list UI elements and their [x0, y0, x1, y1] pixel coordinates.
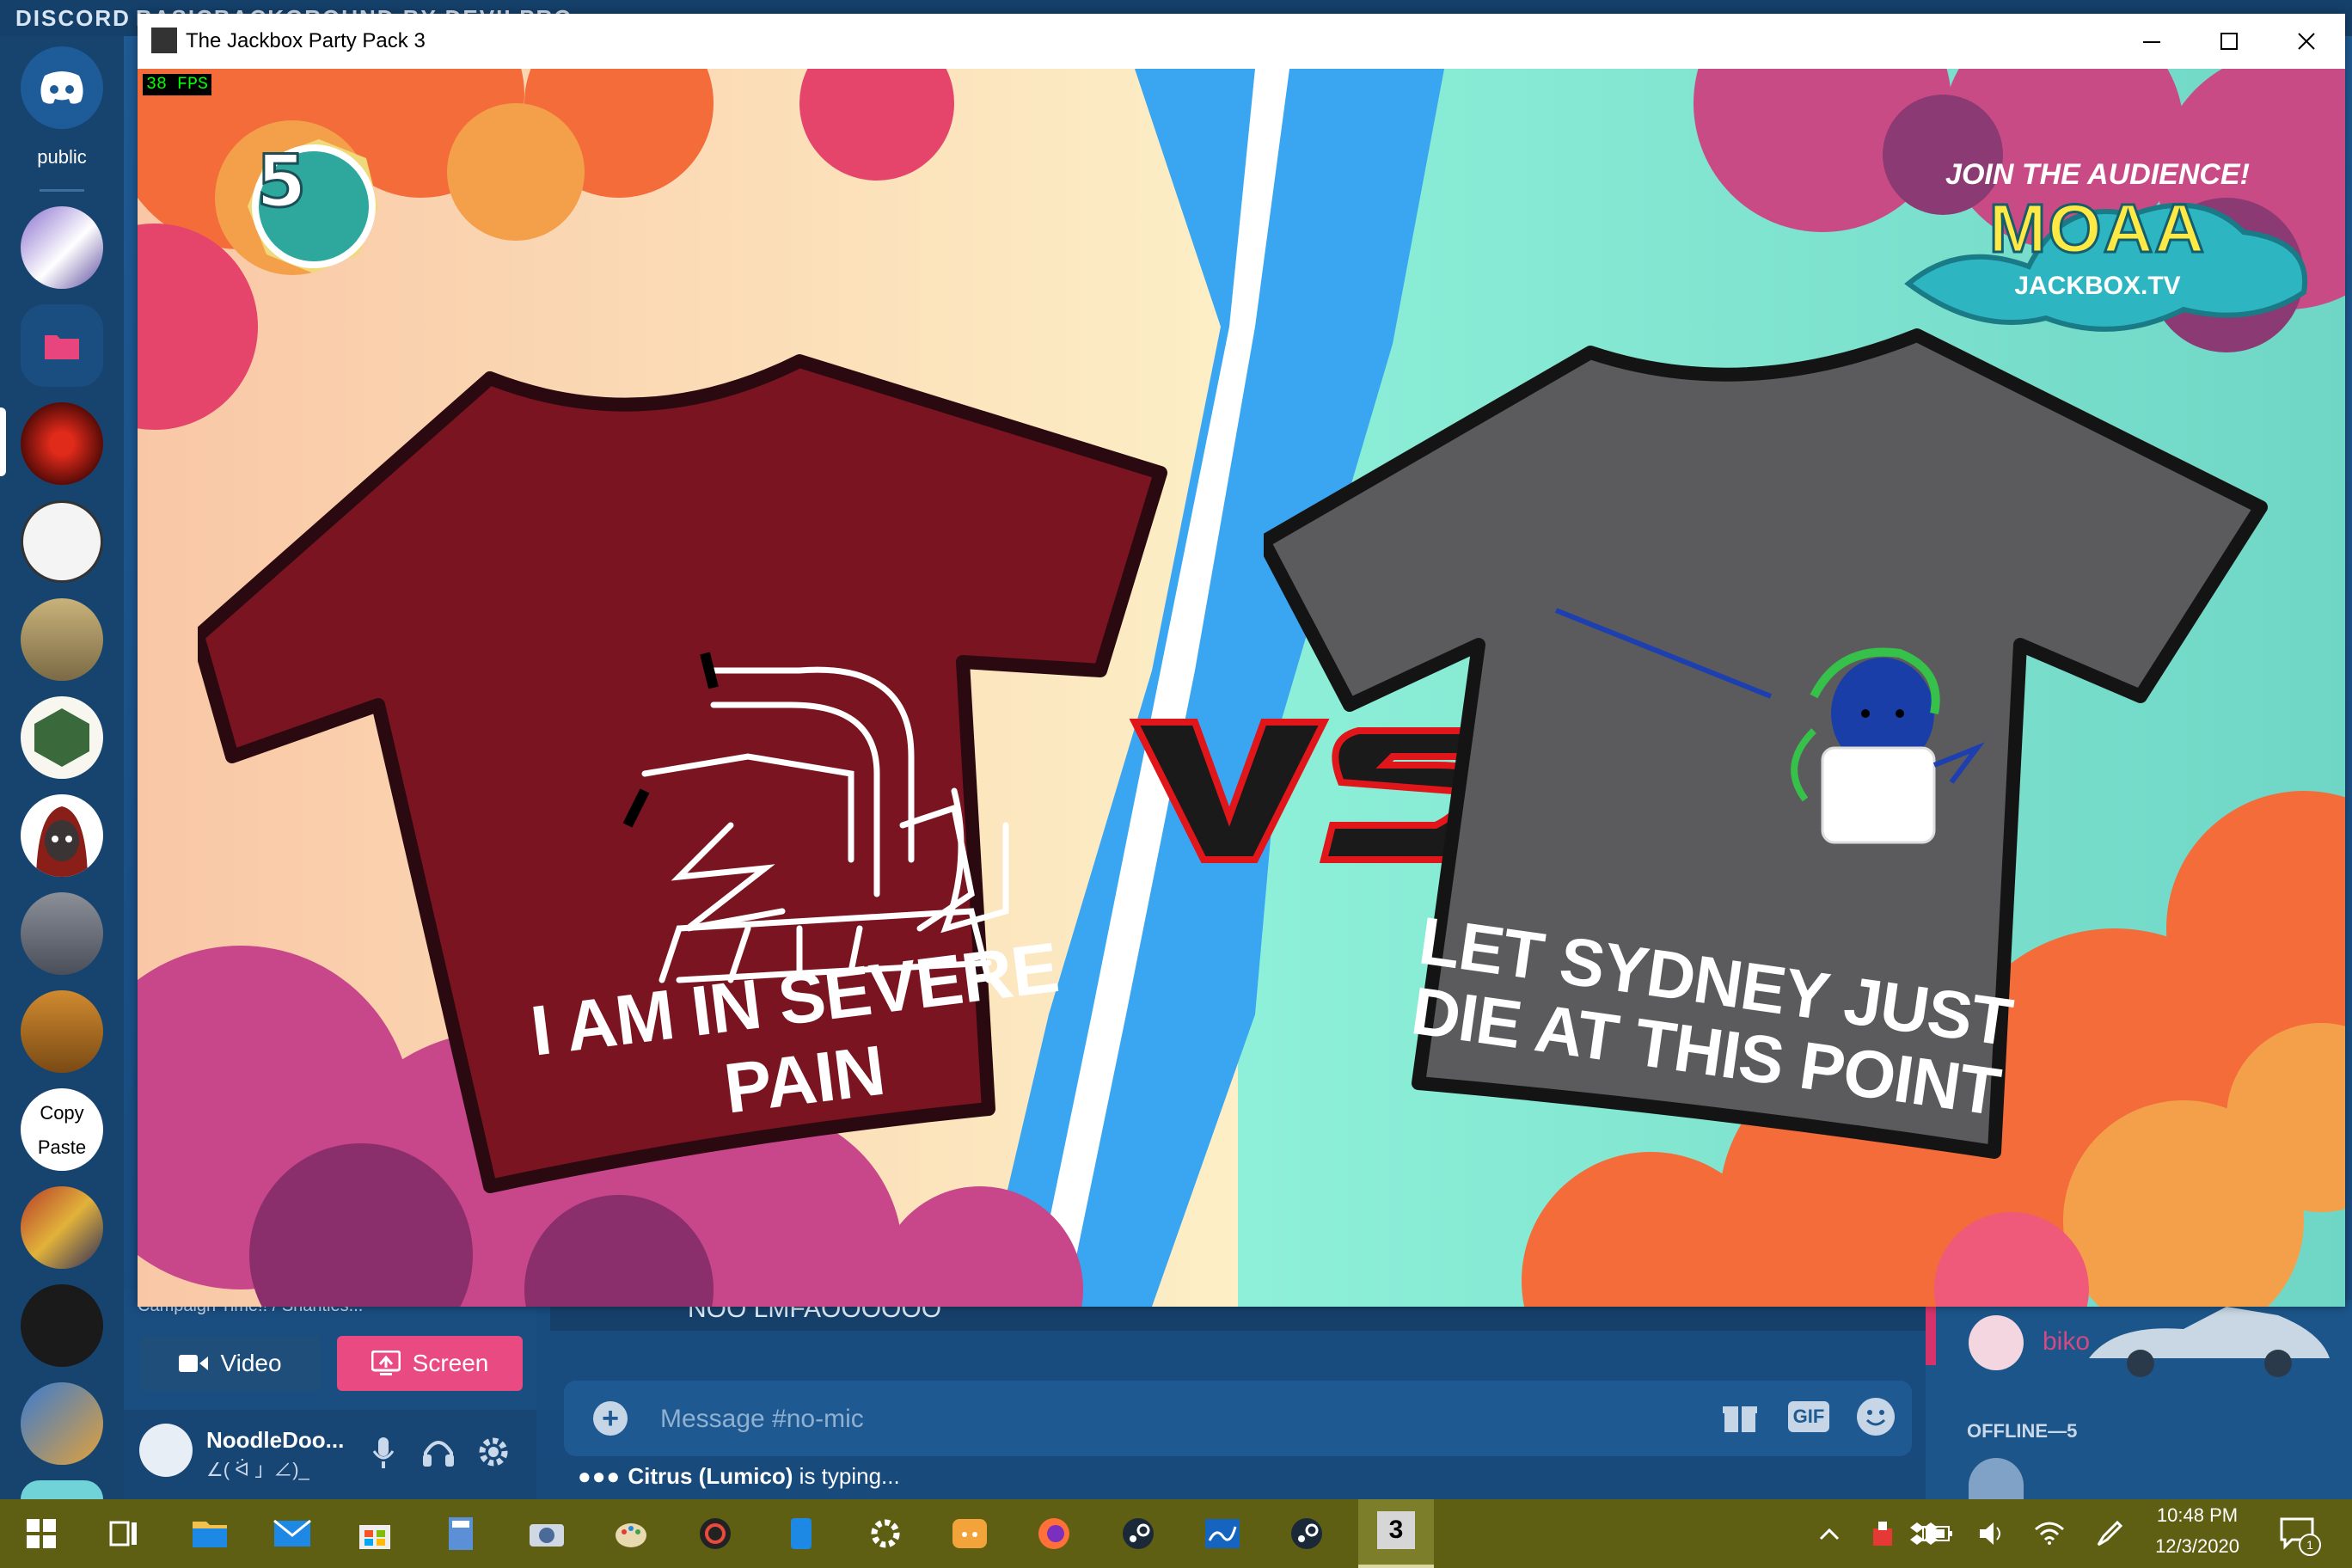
groove-music-icon[interactable] — [695, 1513, 736, 1554]
discord-brand: DISCORD — [15, 5, 131, 31]
camera-app-icon[interactable] — [526, 1513, 567, 1554]
server-avatar[interactable] — [21, 402, 103, 485]
window-titlebar[interactable]: The Jackbox Party Pack 3 — [138, 14, 2345, 69]
user-custom-status: ∠( ᐛ 」∠)_ — [206, 1459, 309, 1480]
calculator-icon[interactable] — [440, 1513, 481, 1554]
battery-icon[interactable] — [1917, 1513, 1958, 1554]
round-number-badge: 5 — [254, 138, 307, 225]
game-window: The Jackbox Party Pack 3 38 FPS 5 JOIN T… — [138, 14, 2345, 1307]
windows-start-icon — [27, 1519, 56, 1548]
discord-home-button[interactable] — [21, 46, 103, 129]
pen-ink-icon[interactable] — [2089, 1513, 2130, 1554]
jackbox-taskbar-button[interactable]: 3 — [1358, 1499, 1434, 1568]
emoji-picker-icon[interactable] — [1857, 1398, 1895, 1436]
member-name[interactable]: biko — [2043, 1327, 2090, 1357]
user-name[interactable]: NoodleDoo... — [206, 1427, 344, 1454]
notification-count-badge: 1 — [2299, 1534, 2321, 1556]
discord-icon — [40, 71, 83, 104]
wifi-icon[interactable] — [2029, 1513, 2070, 1554]
close-button[interactable] — [2268, 14, 2345, 69]
volume-icon[interactable] — [1972, 1513, 2013, 1554]
typing-user: Citrus (Lumico) — [628, 1463, 793, 1489]
server-avatar[interactable] — [21, 1284, 103, 1367]
camera-icon — [179, 1355, 209, 1372]
video-button[interactable]: Video — [139, 1336, 322, 1391]
task-view-icon — [109, 1521, 137, 1547]
server-avatar[interactable] — [21, 990, 103, 1073]
headphones-icon[interactable] — [421, 1436, 456, 1473]
server-folder[interactable] — [21, 304, 103, 387]
whiteboard-app-icon[interactable] — [1202, 1513, 1243, 1554]
show-hidden-icons-chevron-icon[interactable] — [1809, 1513, 1850, 1554]
upload-plus-button[interactable]: + — [593, 1401, 628, 1436]
settings-gear-icon[interactable] — [477, 1436, 510, 1473]
room-code: MOAA — [1988, 189, 2207, 268]
typing-suffix: is typing... — [793, 1463, 900, 1489]
app-icon — [151, 28, 177, 53]
rail-separator — [40, 189, 84, 192]
server-avatar[interactable] — [21, 1382, 103, 1465]
copy-label: Copy — [40, 1102, 84, 1124]
server-avatar[interactable] — [21, 598, 103, 681]
video-button-label: Video — [220, 1350, 282, 1376]
minimize-button[interactable] — [2113, 14, 2190, 69]
maximize-button[interactable] — [2190, 14, 2268, 69]
task-view-button[interactable] — [103, 1513, 144, 1554]
gift-icon[interactable] — [1721, 1400, 1759, 1438]
join-audience-text: JOIN THE AUDIENCE! — [1945, 158, 2250, 191]
selected-server-indicator — [0, 407, 6, 476]
user-avatar[interactable] — [139, 1424, 193, 1477]
server-rail: public Copy Paste — [0, 36, 124, 1499]
maximize-icon — [2220, 33, 2238, 50]
member-highlight-bar — [1926, 1305, 1936, 1365]
paint-icon[interactable] — [610, 1513, 652, 1554]
store-icon[interactable] — [354, 1513, 395, 1554]
typing-dots-icon: ●●● — [578, 1463, 628, 1489]
server-avatar[interactable] — [21, 794, 103, 877]
server-avatar[interactable] — [21, 1480, 103, 1499]
jackbox-app-icon: 3 — [1377, 1511, 1415, 1549]
fps-counter: 38 FPS — [143, 74, 212, 95]
settings-icon[interactable] — [865, 1513, 906, 1554]
file-explorer-icon[interactable] — [189, 1513, 230, 1554]
server-avatar[interactable] — [21, 1186, 103, 1269]
phone-app-icon[interactable] — [781, 1513, 822, 1554]
gif-picker-button[interactable]: GIF — [1788, 1401, 1829, 1432]
game-canvas[interactable]: 38 FPS 5 JOIN THE AUDIENCE! MOAA JACKBOX… — [138, 69, 2345, 1307]
close-icon — [2298, 33, 2315, 50]
screen-button-label: Screen — [412, 1350, 489, 1376]
member-avatar[interactable] — [1969, 1315, 2024, 1370]
tray-app-badge-icon[interactable] — [1862, 1513, 1903, 1554]
paste-label: Paste — [37, 1136, 87, 1158]
mail-icon[interactable] — [272, 1513, 313, 1554]
hooded-figure-icon — [36, 806, 88, 877]
screen-share-button[interactable]: Screen — [337, 1336, 523, 1391]
steam-icon-2[interactable] — [1286, 1513, 1327, 1554]
screen-share-icon — [371, 1351, 401, 1375]
offline-section-header: OFFLINE—5 — [1967, 1420, 2078, 1442]
microphone-icon[interactable] — [371, 1436, 395, 1474]
firefox-icon[interactable] — [1033, 1513, 1075, 1554]
server-avatar-unlovedocean[interactable] — [21, 500, 103, 583]
clock-time[interactable]: 10:48 PM — [2146, 1504, 2249, 1527]
server-avatar[interactable] — [21, 206, 103, 289]
steam-icon[interactable] — [1118, 1513, 1159, 1554]
clock-date[interactable]: 12/3/2020 — [2146, 1535, 2249, 1558]
server-avatar[interactable] — [21, 892, 103, 975]
notifications-button[interactable]: 1 — [2276, 1513, 2321, 1556]
minimize-icon — [2143, 41, 2160, 43]
window-title: The Jackbox Party Pack 3 — [186, 29, 426, 52]
hexagon-logo-icon — [34, 708, 89, 767]
server-avatar[interactable] — [21, 696, 103, 779]
folder-icon — [45, 335, 79, 359]
start-button[interactable] — [21, 1513, 62, 1554]
typing-indicator: ●●● Citrus (Lumico) is typing... — [578, 1463, 900, 1490]
discord-taskbar-icon[interactable] — [949, 1513, 990, 1554]
message-input[interactable]: Message #no-mic — [660, 1405, 864, 1434]
server-copy-paste[interactable]: Copy Paste — [21, 1088, 103, 1171]
server-label-public: public — [37, 146, 87, 168]
